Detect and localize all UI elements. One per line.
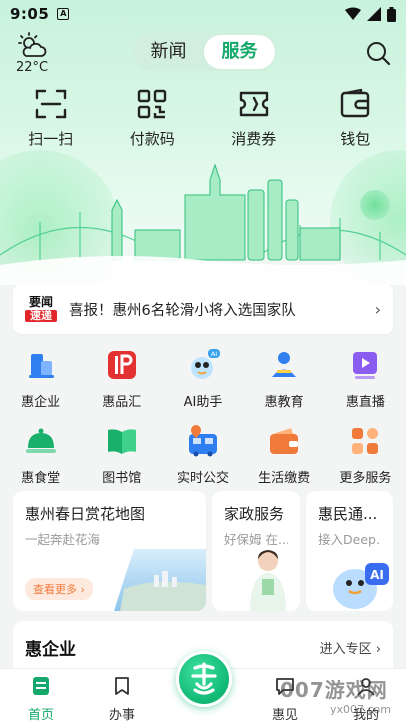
quick-scan-label: 扫一扫: [28, 130, 74, 148]
card-title: 惠州春日赏花地图: [25, 505, 146, 523]
service-label: 惠食堂: [21, 471, 61, 486]
ai-assistant-icon: AI: [186, 348, 220, 382]
watermark-url: yx007.com: [330, 703, 392, 716]
wallet-icon: [341, 88, 370, 118]
watermark-text: 007游戏网: [280, 678, 388, 702]
service-label: 生活缴费: [258, 471, 311, 486]
service-ai-assistant[interactable]: AI AI助手: [162, 346, 243, 416]
svg-text:AI: AI: [211, 350, 217, 358]
card-title: 惠民通...: [318, 505, 378, 523]
tab-label: 惠见: [271, 708, 298, 721]
service-education[interactable]: 惠教育: [244, 346, 325, 416]
service-bill-payment[interactable]: 生活缴费: [244, 422, 325, 492]
coupon-icon: [239, 91, 268, 117]
city-skyline-illustration: [0, 163, 406, 285]
signal-icon: [367, 7, 381, 21]
section-title: 惠企业: [25, 640, 76, 660]
hui-logo-icon: [191, 662, 217, 695]
feature-cards: 惠州春日赏花地图 一起奔赴花海 查看更多 › 家政服务 好保姆 在... 惠民通…: [13, 491, 393, 611]
wifi-icon: [345, 7, 361, 20]
bill-payment-icon: [267, 424, 301, 458]
service-library[interactable]: 图书馆: [81, 422, 162, 492]
card-subtitle: 一起奔赴花海: [25, 532, 101, 547]
search-icon[interactable]: [365, 40, 391, 66]
card-title: 家政服务: [224, 505, 285, 523]
news-badge-top: 要闻: [28, 295, 53, 310]
tab-services[interactable]: 服务: [204, 35, 275, 69]
notification-icon: A: [57, 8, 70, 20]
more-services-icon: [348, 424, 382, 458]
bookmark-icon: [115, 677, 129, 695]
quick-payment-code[interactable]: 付款码: [102, 88, 204, 149]
news-badge: 要闻 速递: [25, 295, 57, 322]
service-label: 惠品汇: [102, 395, 142, 410]
quick-wallet-label: 钱包: [340, 130, 371, 148]
service-canteen[interactable]: 惠食堂: [0, 422, 81, 492]
status-bar: 9:05 A: [0, 0, 406, 28]
chevron-right-icon: ›: [374, 299, 381, 319]
housekeeper-image: [250, 550, 286, 611]
hp-brand-icon: [105, 348, 139, 382]
news-headline[interactable]: 喜报！惠州6名轮滑小将入选国家队: [69, 299, 375, 320]
news-badge-bottom: 速递: [25, 310, 57, 322]
quick-payment-label: 付款码: [129, 130, 175, 148]
status-time: 9:05: [10, 5, 50, 23]
service-more[interactable]: 更多服务: [325, 422, 406, 492]
weather-widget[interactable]: 22°C: [12, 32, 52, 75]
service-grid: 惠企业 惠品汇 AI AI助手 惠教育 惠直播 惠食堂 图书馆 实时公交 生活缴…: [0, 346, 406, 498]
news-service-switch: 新闻 服务: [133, 33, 277, 71]
scan-icon: [35, 89, 66, 119]
tab-home[interactable]: 首页: [6, 675, 76, 721]
battery-icon: [387, 6, 396, 22]
svg-text:AI: AI: [370, 568, 384, 582]
card-flower-map[interactable]: 惠州春日赏花地图 一起奔赴花海 查看更多 ›: [13, 491, 206, 611]
enterprise-icon: [24, 348, 58, 382]
service-label: 更多服务: [339, 471, 392, 486]
service-label: 惠直播: [345, 395, 385, 410]
coastal-city-image: [114, 549, 206, 611]
quick-scan[interactable]: 扫一扫: [0, 88, 102, 149]
view-more-button[interactable]: 查看更多 ›: [25, 578, 93, 600]
service-bus[interactable]: 实时公交: [162, 422, 243, 492]
home-icon: [33, 677, 49, 695]
news-ticker[interactable]: 要闻 速递 喜报！惠州6名轮滑小将入选国家队 ›: [13, 284, 393, 334]
quick-actions: 扫一扫 付款码 消费券 钱包: [0, 88, 406, 149]
quick-coupon[interactable]: 消费券: [203, 88, 305, 149]
service-hp-mall[interactable]: 惠品汇: [81, 346, 162, 416]
partly-cloudy-icon: [18, 32, 47, 57]
service-label: 惠教育: [264, 395, 304, 410]
service-label: AI助手: [183, 395, 223, 410]
enter-zone-link[interactable]: 进入专区 ›: [320, 638, 381, 657]
service-label: 惠企业: [21, 395, 61, 410]
tab-label: 首页: [27, 708, 54, 721]
live-stream-icon: [348, 348, 382, 382]
service-label: 实时公交: [176, 471, 229, 486]
card-huimintong[interactable]: 惠民通... 接入Deep... AI: [306, 491, 393, 611]
tab-affairs[interactable]: 办事: [87, 675, 157, 721]
card-housekeeping[interactable]: 家政服务 好保姆 在...: [212, 491, 300, 611]
center-hui-button[interactable]: [176, 651, 232, 707]
tab-label: 办事: [108, 708, 135, 721]
qr-code-icon: [138, 89, 167, 119]
quick-coupon-label: 消费券: [231, 130, 277, 148]
quick-wallet[interactable]: 钱包: [305, 88, 406, 149]
service-label: 图书馆: [102, 471, 142, 486]
library-icon: [105, 424, 139, 458]
ai-mascot-image: AI: [333, 563, 389, 609]
canteen-icon: [24, 424, 58, 458]
service-enterprise[interactable]: 惠企业: [0, 346, 81, 416]
tab-news[interactable]: 新闻: [133, 35, 204, 69]
bus-icon: [186, 424, 220, 458]
service-live[interactable]: 惠直播: [325, 346, 406, 416]
temperature: 22°C: [15, 60, 49, 75]
education-icon: [267, 348, 301, 382]
